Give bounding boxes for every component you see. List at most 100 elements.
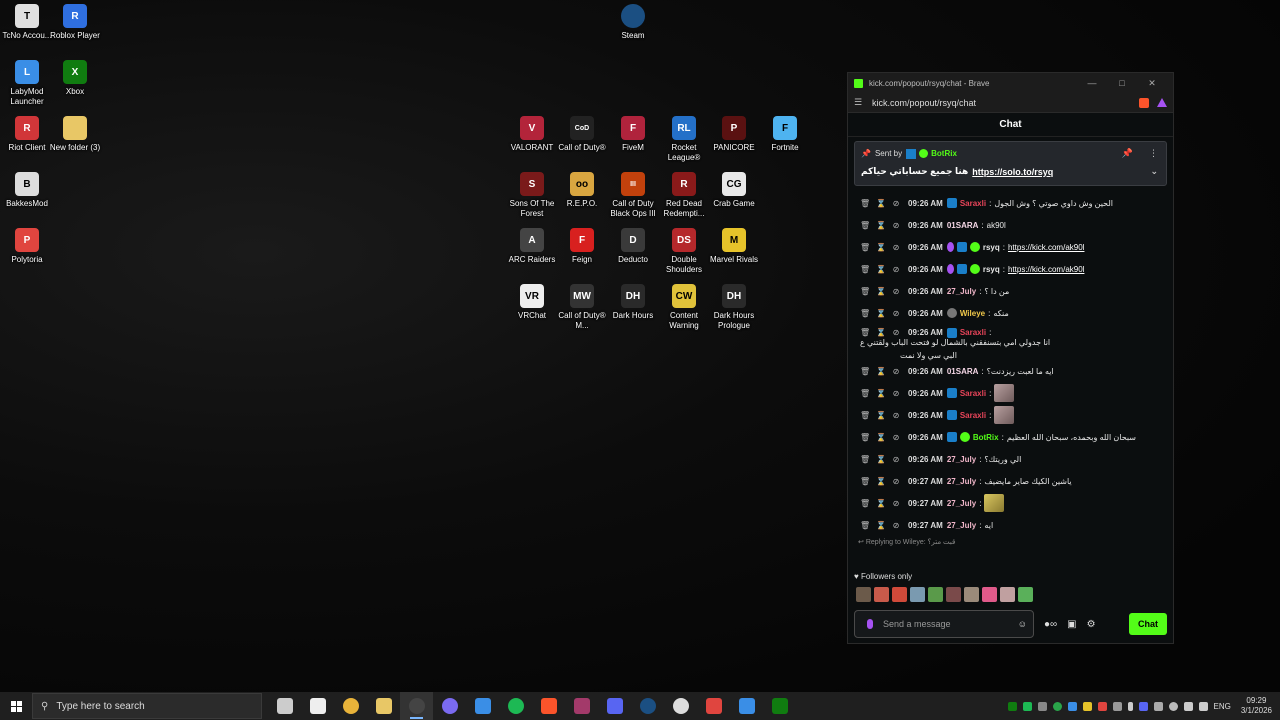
message-username[interactable]: 27_July	[947, 287, 976, 296]
chat-message[interactable]: 🗑 ⌛ ⊘ 09:26 AM 01SARA: ak90l	[860, 214, 1173, 236]
store-taskbar-button[interactable]	[730, 692, 763, 720]
delete-icon[interactable]: 🗑	[860, 433, 870, 442]
chat-message[interactable]: 🗑 ⌛ ⊘ 09:26 AM Saraxli: انا جدولي امي بتسنفقن…	[860, 324, 1173, 360]
mic-tray-icon[interactable]	[1127, 701, 1133, 711]
message-username[interactable]: BotRix	[973, 433, 999, 442]
delete-icon[interactable]: 🗑	[860, 521, 870, 530]
tray-app-icon[interactable]	[1037, 701, 1047, 711]
polytoria-shortcut[interactable]: P Polytoria	[0, 228, 54, 265]
wifi-icon[interactable]	[1198, 701, 1208, 711]
delete-icon[interactable]: 🗑	[860, 455, 870, 464]
timeout-icon[interactable]: ⌛	[876, 411, 886, 420]
spotify-taskbar-button[interactable]	[499, 692, 532, 720]
chat-message[interactable]: 🗑 ⌛ ⊘ 09:26 AM rsyq: https://kick.com/ak90l	[860, 258, 1173, 280]
roblox-shortcut[interactable]: R Roblox Player	[48, 4, 102, 41]
gift-icon[interactable]: ▣	[1067, 619, 1076, 630]
tray-blue-icon[interactable]	[1067, 701, 1077, 711]
timeout-icon[interactable]: ⌛	[876, 328, 886, 337]
obs-taskbar-button[interactable]	[400, 692, 433, 720]
task-view-taskbar-button[interactable]	[268, 692, 301, 720]
message-username[interactable]: Saraxli	[960, 389, 986, 398]
quick-emote[interactable]	[1000, 586, 1015, 602]
delete-icon[interactable]: 🗑	[860, 221, 870, 230]
xbox-shortcut[interactable]: X Xbox	[48, 60, 102, 97]
timeout-icon[interactable]: ⌛	[876, 367, 886, 376]
labymod-shortcut[interactable]: L LabyMod Launcher	[0, 60, 54, 107]
cod-shortcut[interactable]: CoD Call of Duty®	[555, 116, 609, 153]
message-username[interactable]: Saraxli	[960, 411, 986, 420]
ban-icon[interactable]: ⊘	[892, 389, 900, 398]
double-shoulders-shortcut[interactable]: DS Double Shoulders	[657, 228, 711, 275]
delete-icon[interactable]: 🗑	[860, 328, 870, 337]
vrchat-shortcut[interactable]: VR VRChat	[505, 284, 559, 321]
dark-hours-prologue-shortcut[interactable]: DH Dark Hours Prologue	[707, 284, 761, 331]
crab-game-shortcut[interactable]: CG Crab Game	[707, 172, 761, 209]
fortnite-shortcut[interactable]: F Fortnite	[758, 116, 812, 153]
xbox-taskbar-button[interactable]	[763, 692, 796, 720]
ban-icon[interactable]: ⊘	[892, 287, 900, 296]
maximize-icon[interactable]: □	[1107, 78, 1137, 88]
quick-emote[interactable]	[1018, 586, 1033, 602]
message-username[interactable]: rsyq	[983, 265, 1000, 274]
timeout-icon[interactable]: ⌛	[876, 287, 886, 296]
brave-rewards-icon[interactable]	[1157, 98, 1167, 107]
arc-raiders-shortcut[interactable]: A ARC Raiders	[505, 228, 559, 265]
chat-message[interactable]: 🗑 ⌛ ⊘ 09:27 AM 27_July: ايه	[860, 514, 1173, 536]
ban-icon[interactable]: ⊘	[892, 243, 900, 252]
ban-icon[interactable]: ⊘	[892, 367, 900, 376]
cod-mw-shortcut[interactable]: MW Call of Duty® M...	[555, 284, 609, 331]
chat-message[interactable]: 🗑 ⌛ ⊘ 09:27 AM 27_July:	[860, 492, 1173, 514]
tray-yellow-icon[interactable]	[1082, 701, 1092, 711]
discord-ptb-taskbar-button[interactable]	[433, 692, 466, 720]
chat-message[interactable]: 🗑 ⌛ ⊘ 09:27 AM 27_July: ياشين الكيك صاير مايض…	[860, 470, 1173, 492]
brave-taskbar-button[interactable]	[532, 692, 565, 720]
timeout-icon[interactable]: ⌛	[876, 455, 886, 464]
timeout-icon[interactable]: ⌛	[876, 389, 886, 398]
delete-icon[interactable]: 🗑	[860, 477, 870, 486]
brightness-icon[interactable]	[1168, 701, 1178, 711]
pinned-user[interactable]: BotRix	[931, 149, 957, 158]
chat-message[interactable]: 🗑 ⌛ ⊘ 09:26 AM 01SARA: ايه ما لعبت ريزدنت؟	[860, 360, 1173, 382]
valorant-shortcut[interactable]: V VALORANT	[505, 116, 559, 153]
message-username[interactable]: Saraxli	[960, 328, 986, 337]
close-icon[interactable]: ✕	[1137, 78, 1167, 89]
points-icon[interactable]: ●∞	[1044, 619, 1057, 630]
quick-emote[interactable]	[964, 586, 979, 602]
start-button[interactable]	[0, 692, 32, 720]
settings-icon[interactable]: ⚙	[1087, 619, 1096, 630]
panicore-shortcut[interactable]: P PANICORE	[707, 116, 761, 153]
rocket-league-shortcut[interactable]: RL Rocket League®	[657, 116, 711, 163]
status-tray-icon[interactable]	[1052, 701, 1062, 711]
message-username[interactable]: 27_July	[947, 477, 976, 486]
content-warning-shortcut[interactable]: CW Content Warning	[657, 284, 711, 331]
unpin-icon[interactable]: 📌	[1122, 148, 1133, 159]
pinned-message[interactable]: 📌 Sent by BotRix 📌 ⋮ هنا جميع حساباتي حي…	[854, 141, 1167, 186]
site-settings-icon[interactable]: ☰	[854, 97, 872, 108]
timeout-icon[interactable]: ⌛	[876, 499, 886, 508]
ban-icon[interactable]: ⊘	[892, 328, 900, 337]
delete-icon[interactable]: 🗑	[860, 199, 870, 208]
feign-shortcut[interactable]: F Feign	[555, 228, 609, 265]
quick-emote[interactable]	[892, 586, 907, 602]
emoji-icon[interactable]: ☺	[1018, 619, 1027, 629]
quick-emote[interactable]	[946, 586, 961, 602]
timeout-icon[interactable]: ⌛	[876, 521, 886, 530]
quick-emote[interactable]	[856, 586, 871, 602]
timeout-icon[interactable]: ⌛	[876, 221, 886, 230]
chat-message[interactable]: 🗑 ⌛ ⊘ 09:26 AM 27_July: الي وريتك؟	[860, 448, 1173, 470]
red-dead-shortcut[interactable]: R Red Dead Redempti...	[657, 172, 711, 219]
timeout-icon[interactable]: ⌛	[876, 309, 886, 318]
ban-icon[interactable]: ⊘	[892, 499, 900, 508]
marvel-rivals-shortcut[interactable]: M Marvel Rivals	[707, 228, 761, 265]
delete-icon[interactable]: 🗑	[860, 265, 870, 274]
delete-icon[interactable]: 🗑	[860, 499, 870, 508]
xbox-tray-icon[interactable]	[1007, 701, 1017, 711]
spotify-tray-icon[interactable]	[1022, 701, 1032, 711]
microphone-icon[interactable]	[867, 619, 873, 629]
steam-taskbar-button[interactable]	[631, 692, 664, 720]
chat-message[interactable]: 🗑 ⌛ ⊘ 09:26 AM BotRix: سبحان الله وبحمده، سبح…	[860, 426, 1173, 448]
dark-hours-shortcut[interactable]: DH Dark Hours	[606, 284, 660, 321]
ban-icon[interactable]: ⊘	[892, 521, 900, 530]
winrar-taskbar-button[interactable]	[565, 692, 598, 720]
message-username[interactable]: rsyq	[983, 243, 1000, 252]
